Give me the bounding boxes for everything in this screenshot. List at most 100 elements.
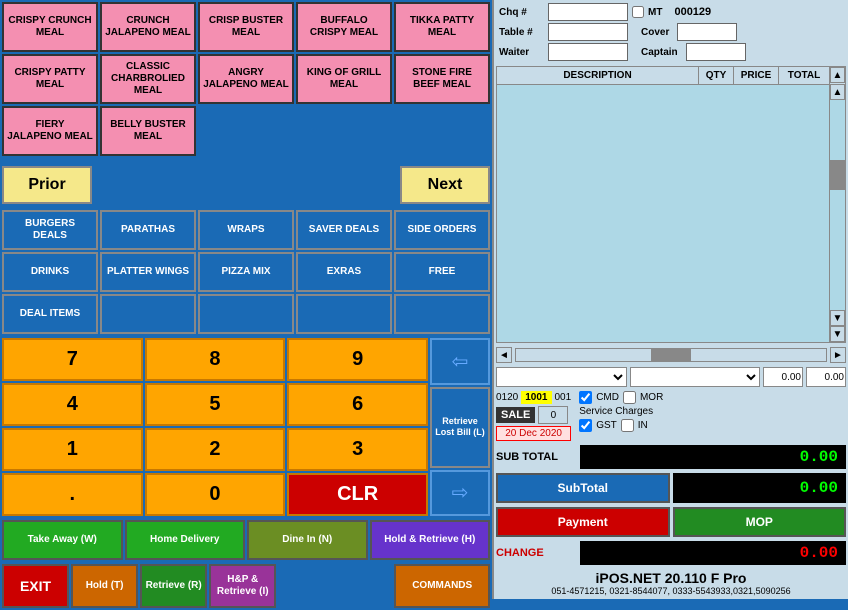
payment-button[interactable]: Payment	[496, 507, 670, 537]
scroll-left-button[interactable]: ◄	[496, 347, 512, 363]
mt-label: MT	[648, 7, 662, 18]
commands-button[interactable]: COMMANDS	[394, 564, 490, 608]
col-total-header: TOTAL	[779, 67, 829, 84]
cat-btn-8[interactable]: EXRAS	[296, 252, 392, 292]
scroll-thumb[interactable]	[830, 160, 845, 190]
scroll-up-button[interactable]: ▲	[830, 67, 845, 83]
scroll-right-button[interactable]: ►	[830, 347, 846, 363]
order-table: DESCRIPTION QTY PRICE TOTAL	[497, 67, 829, 342]
retrieve-r-button[interactable]: Retrieve (R)	[140, 564, 207, 608]
hap-button[interactable]: H&P & Retrieve (I)	[209, 564, 276, 608]
meal-btn-7[interactable]: ANGRY JALAPENO MEAL	[198, 54, 294, 104]
num-3[interactable]: 3	[287, 428, 428, 471]
meal-btn-11[interactable]: BELLY BUSTER MEAL	[100, 106, 196, 156]
action-row-2: EXIT Hold (T) Retrieve (R) H&P & Retriev…	[0, 562, 492, 610]
hold-button[interactable]: Hold (T)	[71, 564, 138, 608]
num-0[interactable]: 0	[145, 473, 286, 516]
meal-btn-6[interactable]: CLASSIC CHARBROLIED MEAL	[100, 54, 196, 104]
mop-button[interactable]: MOP	[673, 507, 847, 537]
cmd-row: CMD MOR	[579, 391, 663, 404]
numpad-area: 7 8 9 4 5 6 1 2 3 . 0 CLR ⇦ Retrieve Los…	[0, 336, 492, 518]
cat-btn-10[interactable]: DEAL ITEMS	[2, 294, 98, 334]
cat-btn-4[interactable]: SIDE ORDERS	[394, 210, 490, 250]
dine-in-button[interactable]: Dine In (N)	[247, 520, 368, 560]
cat-btn-7[interactable]: PIZZA MIX	[198, 252, 294, 292]
service-label: Service Charges	[579, 406, 653, 417]
meal-grid: CRISPY CRUNCH MEAL CRUNCH JALAPENO MEAL …	[0, 0, 492, 158]
cat-btn-5[interactable]: DRINKS	[2, 252, 98, 292]
meal-btn-5[interactable]: CRISPY PATTY MEAL	[2, 54, 98, 104]
total-input[interactable]	[806, 367, 846, 387]
num-1[interactable]: 1	[2, 428, 143, 471]
cat-btn-6[interactable]: PLATTER WINGS	[100, 252, 196, 292]
sale-label: SALE	[496, 407, 535, 423]
num-dot[interactable]: .	[2, 473, 143, 516]
price-input[interactable]	[763, 367, 803, 387]
cat-btn-3[interactable]: SAVER DEALS	[296, 210, 392, 250]
cmd-section: CMD MOR Service Charges GST IN	[579, 391, 663, 432]
num-6[interactable]: 6	[287, 383, 428, 426]
table-header: DESCRIPTION QTY PRICE TOTAL	[497, 67, 829, 85]
in-checkbox[interactable]	[621, 419, 634, 432]
cover-label: Cover	[641, 27, 669, 38]
left-arrow-button[interactable]: ⇦	[430, 338, 490, 385]
exit-button[interactable]: EXIT	[2, 564, 69, 608]
right-arrow-button[interactable]: ⇨	[430, 470, 490, 517]
hold-retrieve-button[interactable]: Hold & Retrieve (H)	[370, 520, 491, 560]
retrieve-lost-bill-button[interactable]: Retrieve Lost Bill (L)	[430, 387, 490, 468]
subtotal-button[interactable]: SubTotal	[496, 473, 670, 503]
chq-input[interactable]	[548, 3, 628, 21]
num-4[interactable]: 4	[2, 383, 143, 426]
cmd-checkbox[interactable]	[579, 391, 592, 404]
table-body	[497, 85, 829, 342]
captain-input[interactable]	[686, 43, 746, 61]
order-table-area: DESCRIPTION QTY PRICE TOTAL ▲ ▲ ▼ ▼	[496, 66, 846, 343]
meal-btn-1[interactable]: CRUNCH JALAPENO MEAL	[100, 2, 196, 52]
meal-btn-2[interactable]: CRISP BUSTER MEAL	[198, 2, 294, 52]
meal-btn-0[interactable]: CRISPY CRUNCH MEAL	[2, 2, 98, 52]
cover-input[interactable]	[677, 23, 737, 41]
home-delivery-button[interactable]: Home Delivery	[125, 520, 246, 560]
num-9[interactable]: 9	[287, 338, 428, 381]
scrollbar[interactable]: ▲ ▲ ▼ ▼	[829, 67, 845, 342]
meal-btn-4[interactable]: TIKKA PATTY MEAL	[394, 2, 490, 52]
service-row: Service Charges	[579, 406, 663, 417]
num-8[interactable]: 8	[145, 338, 286, 381]
prior-button[interactable]: Prior	[2, 166, 92, 204]
sale-value-input[interactable]	[538, 406, 568, 424]
table-label: Table #	[499, 27, 544, 38]
cat-btn-9[interactable]: FREE	[394, 252, 490, 292]
cat-btn-1[interactable]: PARATHAS	[100, 210, 196, 250]
mt-checkbox[interactable]	[632, 6, 644, 18]
item-dropdown-2[interactable]	[630, 367, 761, 387]
subtotal-label: SUB TOTAL	[496, 451, 576, 463]
meal-btn-8[interactable]: KING OF GRILL MEAL	[296, 54, 392, 104]
item-dropdown[interactable]	[496, 367, 627, 387]
mor-checkbox[interactable]	[623, 391, 636, 404]
num-5[interactable]: 5	[145, 383, 286, 426]
gst-checkbox[interactable]	[579, 419, 592, 432]
cat-btn-11	[100, 294, 196, 334]
scroll-down-button[interactable]: ▼	[830, 326, 845, 342]
meal-btn-10[interactable]: FIERY JALAPENO MEAL	[2, 106, 98, 156]
table-input[interactable]	[548, 23, 628, 41]
num-2[interactable]: 2	[145, 428, 286, 471]
scroll-down2-button[interactable]: ▼	[830, 310, 845, 326]
clr-button[interactable]: CLR	[287, 473, 428, 516]
cmd-label: CMD	[596, 392, 619, 403]
next-button[interactable]: Next	[400, 166, 490, 204]
waiter-input[interactable]	[548, 43, 628, 61]
col-desc-header: DESCRIPTION	[497, 67, 699, 84]
category-grid: BURGERS DEALS PARATHAS WRAPS SAVER DEALS…	[0, 208, 492, 336]
scroll-up2-button[interactable]: ▲	[830, 84, 845, 100]
num-7[interactable]: 7	[2, 338, 143, 381]
code-3: 001	[555, 392, 572, 403]
cat-btn-0[interactable]: BURGERS DEALS	[2, 210, 98, 250]
meal-btn-3[interactable]: BUFFALO CRISPY MEAL	[296, 2, 392, 52]
cat-btn-2[interactable]: WRAPS	[198, 210, 294, 250]
take-away-button[interactable]: Take Away (W)	[2, 520, 123, 560]
cat-btn-12	[198, 294, 294, 334]
cat-btn-14	[394, 294, 490, 334]
code-1: 0120	[496, 392, 518, 403]
meal-btn-9[interactable]: STONE FIRE BEEF MEAL	[394, 54, 490, 104]
